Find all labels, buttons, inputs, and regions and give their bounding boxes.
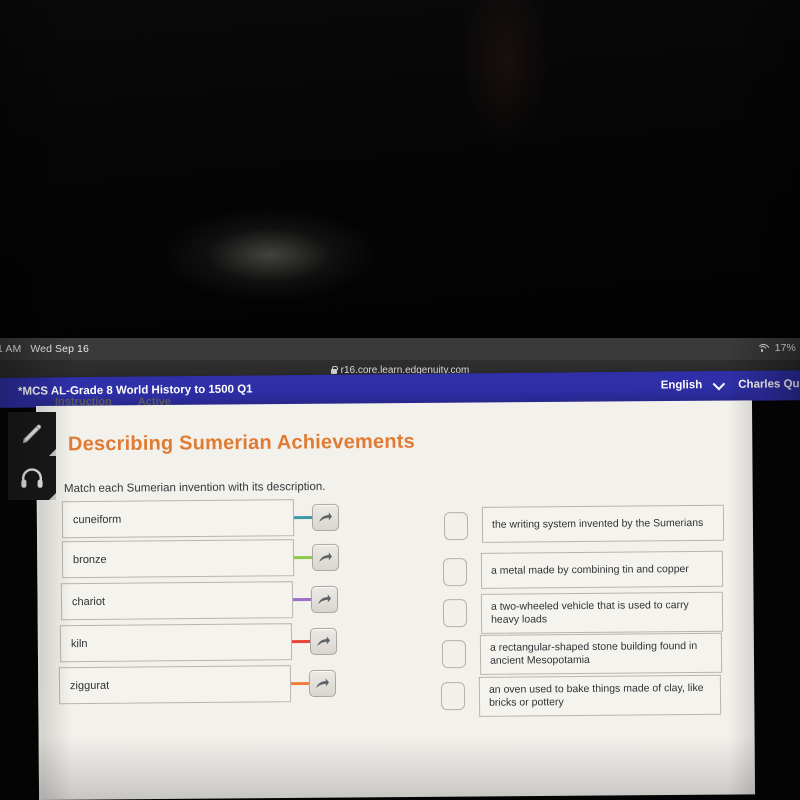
tab-active[interactable]: Active: [138, 396, 171, 408]
photo-noise-overlay: [0, 0, 800, 338]
tool-rail: [8, 412, 56, 500]
screenshot-root: 1 AM Wed Sep 16 17% r16.core.learn.edgen…: [0, 0, 800, 800]
term-label: kiln: [70, 637, 88, 650]
description-row: an oven used to bake things made of clay…: [440, 674, 722, 717]
curved-arrow-right-icon: [318, 594, 331, 605]
submit-match-button[interactable]: [310, 585, 339, 614]
audio-tool-button[interactable]: [8, 456, 56, 500]
status-bar-right: 17%: [756, 342, 796, 354]
submit-match-button[interactable]: [311, 543, 340, 572]
connector-line: [293, 516, 313, 520]
lesson-tab-strip: Instruction Active: [55, 396, 171, 408]
description-text: an oven used to bake things made of clay…: [488, 681, 704, 709]
term-label: ziggurat: [69, 679, 110, 692]
term-row: kiln: [59, 623, 338, 663]
lesson-prompt: Match each Sumerian invention with its d…: [63, 480, 326, 496]
description-text: a rectangular-shaped stone building foun…: [489, 639, 698, 667]
description-row: a two-wheeled vehicle that is used to ca…: [442, 591, 724, 634]
submit-match-button[interactable]: [309, 627, 338, 656]
description-box[interactable]: a metal made by combining tin and copper: [480, 550, 724, 589]
term-box[interactable]: bronze: [61, 539, 295, 579]
term-box[interactable]: ziggurat: [58, 665, 292, 705]
term-row: cuneiform: [61, 499, 340, 539]
curved-arrow-right-icon: [316, 678, 329, 689]
term-label: chariot: [71, 595, 106, 608]
page-title: Describing Sumerian Achievements: [67, 430, 415, 456]
submit-match-button[interactable]: [308, 669, 337, 698]
term-box[interactable]: chariot: [60, 581, 294, 621]
course-header-right: English Charles Qua: [660, 377, 800, 392]
curved-arrow-right-icon: [317, 636, 330, 647]
description-row: the writing system invented by the Sumer…: [443, 504, 725, 543]
curved-arrow-right-icon: [319, 512, 332, 523]
connector-line: [292, 598, 312, 602]
pencil-icon: [22, 424, 42, 444]
status-date: Wed Sep 16: [30, 343, 89, 355]
connector-line: [291, 640, 311, 644]
term-row: bronze: [61, 539, 340, 579]
term-label: bronze: [72, 553, 107, 566]
term-row: ziggurat: [58, 665, 337, 705]
curved-arrow-right-icon: [319, 552, 332, 563]
description-box[interactable]: a rectangular-shaped stone building foun…: [479, 632, 723, 675]
drop-target-checkbox[interactable]: [442, 558, 468, 587]
description-box[interactable]: the writing system invented by the Sumer…: [481, 504, 725, 543]
highlighter-tool-button[interactable]: [8, 412, 56, 456]
ios-status-bar: 1 AM Wed Sep 16 17%: [0, 338, 800, 360]
tab-instruction[interactable]: Instruction: [55, 396, 112, 408]
term-box[interactable]: cuneiform: [61, 499, 295, 539]
description-text: the writing system invented by the Sumer…: [491, 516, 704, 531]
connector-line: [290, 682, 310, 686]
dark-photo-region: [0, 0, 800, 338]
term-row: chariot: [60, 581, 339, 621]
term-box[interactable]: kiln: [59, 623, 293, 663]
status-bar-left: 1 AM Wed Sep 16: [0, 343, 89, 355]
language-label: English: [660, 379, 703, 392]
description-box[interactable]: an oven used to bake things made of clay…: [478, 674, 722, 717]
description-text: a metal made by combining tin and copper: [490, 562, 689, 577]
drop-target-checkbox[interactable]: [440, 682, 466, 711]
language-selector[interactable]: English: [660, 377, 726, 392]
connector-line: [293, 556, 313, 560]
wifi-icon: [756, 343, 770, 353]
description-box[interactable]: a two-wheeled vehicle that is used to ca…: [480, 591, 724, 634]
term-label: cuneiform: [72, 513, 122, 526]
description-text: a two-wheeled vehicle that is used to ca…: [490, 599, 689, 626]
headphones-icon: [21, 468, 43, 488]
drop-target-checkbox[interactable]: [442, 599, 468, 628]
drop-target-checkbox[interactable]: [443, 512, 469, 541]
description-row: a metal made by combining tin and copper: [442, 550, 724, 589]
submit-match-button[interactable]: [311, 503, 340, 532]
drop-target-checkbox[interactable]: [441, 640, 467, 669]
status-time: 1 AM: [0, 343, 22, 355]
chevron-down-icon: [712, 377, 726, 390]
battery-percent: 17%: [774, 342, 796, 354]
user-name-label[interactable]: Charles Qua: [738, 378, 800, 391]
lock-icon: [330, 366, 338, 374]
description-row: a rectangular-shaped stone building foun…: [441, 632, 723, 675]
